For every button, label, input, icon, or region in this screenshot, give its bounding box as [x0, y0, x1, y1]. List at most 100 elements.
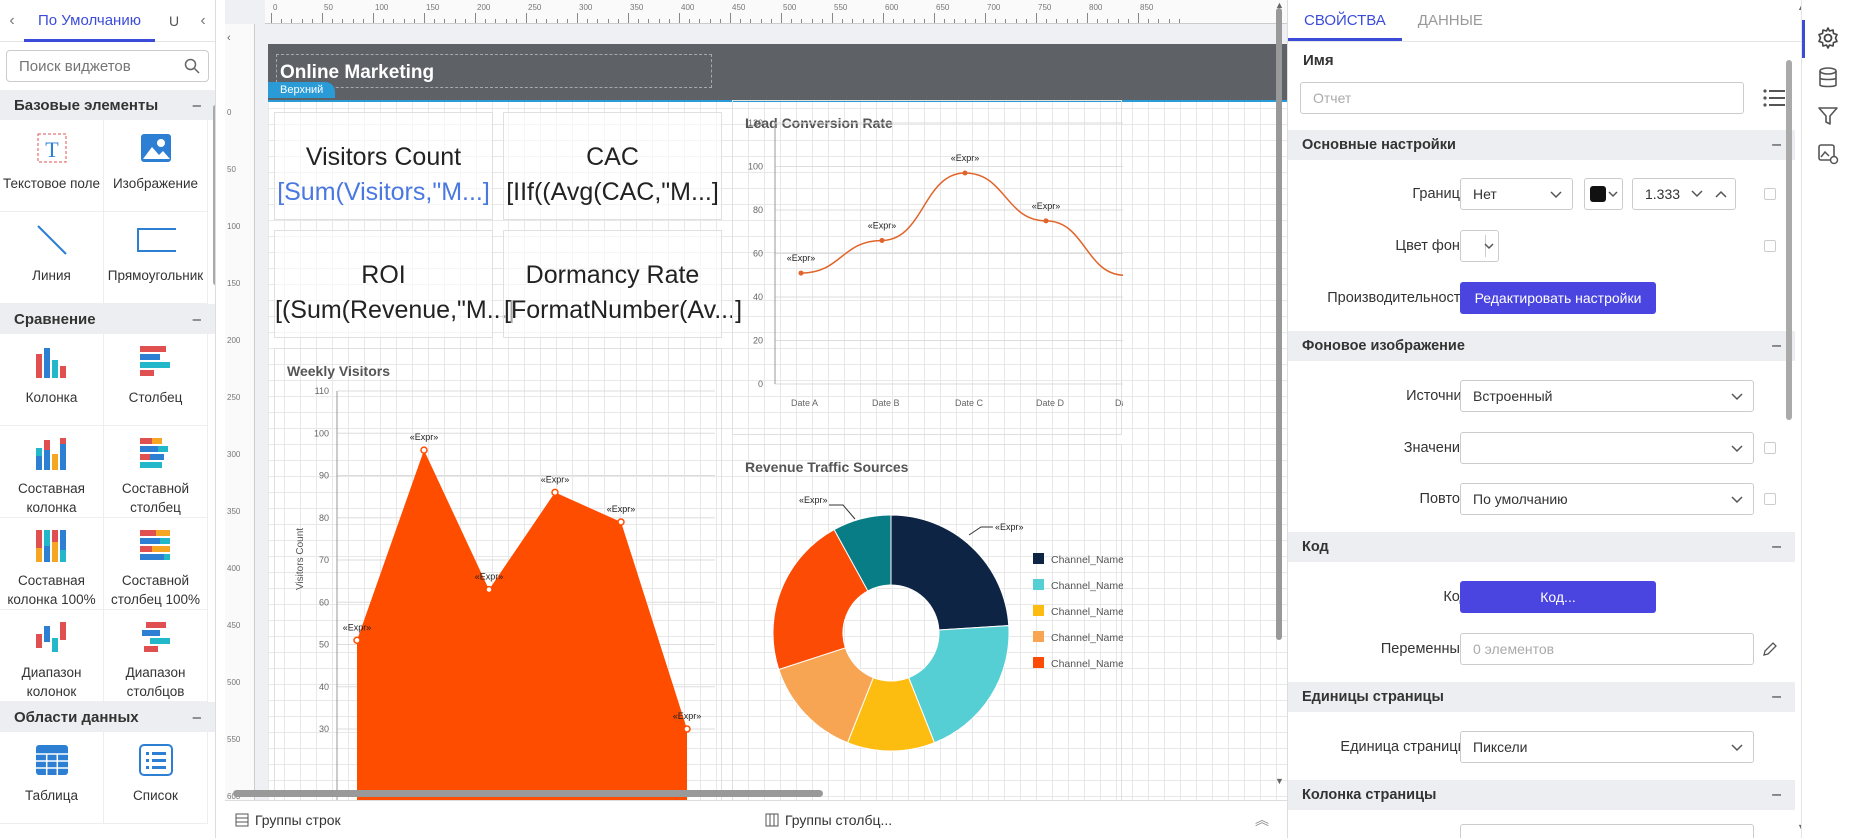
kpi-roi[interactable]: ROI [(Sum(Revenue,"M...] [274, 230, 515, 338]
widget-stacked-column-100[interactable]: Составная колонка 100% [0, 518, 104, 610]
tab-properties[interactable]: СВОЙСТВА [1288, 0, 1402, 41]
pencil-icon[interactable] [1762, 641, 1778, 657]
ruler-minor-tick [1046, 19, 1048, 23]
widget-textbox[interactable]: T Текстовое поле [0, 120, 104, 212]
ruler-minor-tick [454, 19, 456, 23]
image-settings-icon[interactable] [1816, 142, 1840, 166]
collapse-icon[interactable]: – [193, 97, 201, 114]
bg-color-label: Цвет фона [1395, 238, 1468, 254]
bg-color-checkbox[interactable] [1764, 240, 1776, 252]
ruler-minor-tick [1148, 19, 1150, 23]
canvas-vertical-scrollbar[interactable] [1276, 8, 1282, 640]
value-checkbox[interactable] [1764, 442, 1776, 454]
widget-search-input[interactable] [7, 51, 208, 81]
y-tick-label: 100 [314, 428, 329, 438]
collapse-palette-icon[interactable]: ‹ [227, 32, 231, 44]
filter-icon[interactable] [1816, 104, 1840, 128]
list-view-icon[interactable] [1762, 88, 1786, 108]
ruler-label: 150 [426, 3, 440, 12]
gear-icon[interactable] [1816, 26, 1840, 50]
table-icon [32, 740, 72, 780]
ruler-minor-tick [332, 19, 334, 23]
row-groups[interactable]: Группы строк [235, 812, 341, 828]
widget-list[interactable]: Список [104, 732, 208, 824]
palette-scrollbar[interactable] [213, 105, 215, 285]
search-icon[interactable] [184, 58, 200, 74]
tab-default[interactable]: По Умолчанию [24, 0, 155, 42]
y-tick-label: 60 [319, 597, 329, 607]
column-groups-icon [765, 813, 779, 826]
group-basic[interactable]: Базовые элементы – [0, 90, 215, 120]
widget-stacked-column[interactable]: Составная колонка [0, 426, 104, 518]
kpi-dormancy[interactable]: Dormancy Rate [FormatNumber(Av...] [503, 230, 742, 338]
bg-color-picker[interactable] [1460, 230, 1499, 262]
widget-column-range[interactable]: Диапазон колонок [0, 610, 104, 702]
source-select[interactable]: Встроенный [1460, 380, 1754, 412]
section-page-units[interactable]: Единицы страницы – [1288, 682, 1795, 712]
section-title: Колонка страницы [1302, 787, 1437, 803]
revenue-traffic-chart[interactable]: Revenue Traffic Sources «Expr» «Expr» Chan… [732, 444, 1123, 800]
weekly-visitors-chart[interactable]: Weekly Visitors 30 40 50 60 70 80 90 100 110 Visi… [274, 348, 722, 800]
ruler-minor-tick [1107, 19, 1109, 23]
collapse-icon[interactable]: – [193, 709, 201, 726]
widget-bar[interactable]: Столбец [104, 334, 208, 426]
properties-scrollbar[interactable] [1786, 60, 1792, 420]
chevron-down-icon [1484, 243, 1494, 250]
band-tag[interactable]: Верхний [268, 82, 336, 98]
collapse-icon[interactable]: – [1772, 688, 1781, 706]
expand-up-icon[interactable]: ︽ [1255, 810, 1269, 830]
repeat-checkbox[interactable] [1764, 493, 1776, 505]
kpi-cac[interactable]: CAC [IIf((Avg(CAC,"M...] [503, 112, 722, 220]
border-style-select[interactable]: Нет [1460, 178, 1573, 210]
widget-rectangle[interactable]: Прямоугольник [104, 212, 208, 304]
page-column-field[interactable] [1460, 824, 1754, 838]
repeat-select[interactable]: По умолчанию [1460, 483, 1754, 515]
lead-conversion-chart[interactable]: Lead Conversion Rate 0 20 40 60 80 100 120 Date… [732, 100, 1123, 435]
section-basic[interactable]: Основные настройки – [1288, 130, 1795, 160]
border-checkbox[interactable] [1764, 188, 1776, 200]
widget-line[interactable]: Линия [0, 212, 104, 304]
report-title[interactable]: Online Marketing [280, 62, 434, 84]
kpi-visitors[interactable]: Visitors Count [Sum(Visitors,"M...] [274, 112, 493, 220]
ruler-tick [526, 13, 527, 23]
canvas-horizontal-scrollbar[interactable] [233, 790, 823, 797]
tab-next[interactable]: U [169, 13, 179, 29]
widget-image[interactable]: Изображение [104, 120, 208, 212]
widget-table[interactable]: Таблица [0, 732, 104, 824]
palette-prev-arrow[interactable]: ‹ [0, 12, 24, 30]
widget-bar-range[interactable]: Диапазон столбцов [104, 610, 208, 702]
group-data-regions[interactable]: Области данных – [0, 702, 215, 732]
collapse-icon[interactable]: – [1772, 538, 1781, 556]
variables-field[interactable]: 0 элементов [1460, 633, 1754, 665]
tab-data[interactable]: ДАННЫЕ [1402, 0, 1499, 41]
collapse-icon[interactable]: – [1772, 786, 1781, 804]
widget-stacked-bar-100[interactable]: Составной столбец 100% [104, 518, 208, 610]
ruler-minor-tick [342, 19, 344, 23]
scroll-down-icon[interactable]: ▼ [1275, 776, 1284, 786]
collapse-icon[interactable]: – [193, 311, 201, 328]
widget-column[interactable]: Колонка [0, 334, 104, 426]
border-width-stepper[interactable]: 1.333 [1632, 178, 1736, 210]
section-bg-image[interactable]: Фоновое изображение – [1288, 331, 1795, 361]
group-comparison[interactable]: Сравнение – [0, 304, 215, 334]
widget-stacked-bar[interactable]: Составной столбец [104, 426, 208, 518]
code-button[interactable]: Код... [1460, 581, 1656, 613]
value-select[interactable] [1460, 432, 1754, 464]
chevron-down-icon[interactable] [1691, 189, 1703, 199]
database-icon[interactable] [1816, 66, 1840, 90]
palette-next-arrow[interactable]: ‹ [191, 12, 215, 30]
collapse-icon[interactable]: – [1772, 337, 1781, 355]
section-code[interactable]: Код – [1288, 532, 1795, 562]
ruler-label: 200 [227, 336, 241, 345]
page-unit-select[interactable]: Пиксели [1460, 731, 1754, 763]
name-input[interactable]: Отчет [1300, 82, 1744, 114]
border-color-picker[interactable] [1584, 178, 1623, 210]
column-groups[interactable]: Группы столбц... [765, 812, 892, 828]
scroll-up-icon[interactable]: ▲ [1275, 0, 1284, 10]
ruler-minor-tick [862, 19, 864, 23]
section-page-column[interactable]: Колонка страницы – [1288, 780, 1795, 810]
collapse-icon[interactable]: – [1772, 136, 1781, 154]
edit-settings-button[interactable]: Редактировать настройки [1460, 282, 1656, 314]
chevron-up-icon[interactable] [1715, 189, 1727, 199]
leader-line [968, 526, 993, 536]
